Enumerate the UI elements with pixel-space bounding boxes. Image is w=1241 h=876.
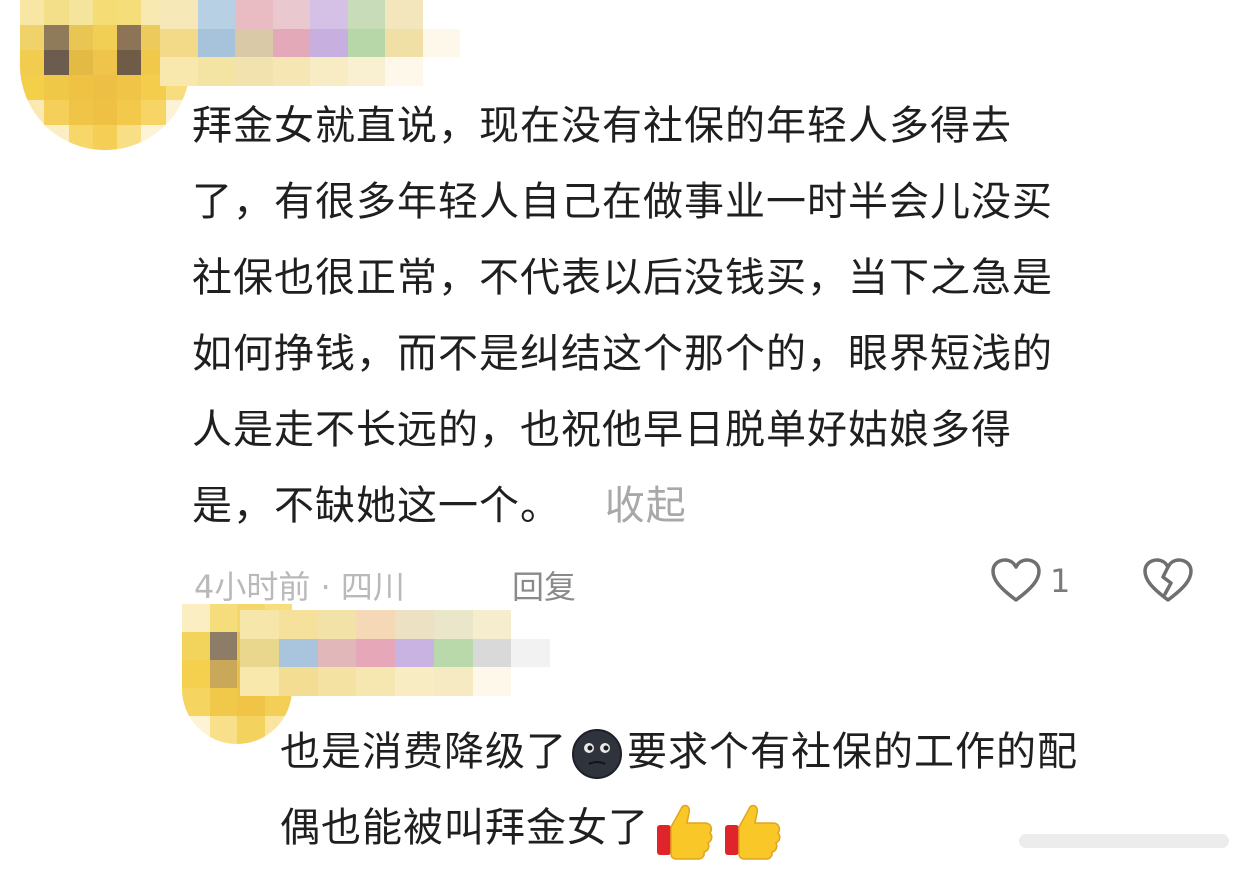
- black-moon-face-emoji: [572, 729, 622, 779]
- like-button[interactable]: [990, 558, 1046, 606]
- reply-line-2-text: 偶也能被叫拜金女了: [280, 805, 649, 851]
- comment-line-6: 是，不缺她这一个。 收起: [192, 468, 687, 544]
- reply-line-1-text-after: 要求个有社保的工作的配: [627, 729, 1078, 775]
- commenter-name-blurred[interactable]: [160, 0, 460, 86]
- thumbs-up-emoji: [657, 804, 713, 860]
- reply-line-1-text: 也是消费降级了: [280, 729, 567, 775]
- watermark-logo-icon: [1019, 834, 1229, 848]
- reply-button[interactable]: 回复: [512, 562, 576, 608]
- comment-line-4: 如何挣钱，而不是纠结这个那个的，眼界短浅的: [192, 331, 1053, 377]
- heart-outline-icon: [991, 558, 1041, 602]
- comment-line-3: 社保也很正常，不代表以后没钱买，当下之急是: [192, 255, 1053, 301]
- watermark: [1019, 828, 1229, 860]
- comment-line-1: 拜金女就直说，现在没有社保的年轻人多得去: [192, 103, 1012, 149]
- like-count: 1: [1050, 562, 1071, 600]
- comment-line-6-text: 是，不缺她这一个。: [192, 483, 561, 529]
- comment-time-location: 4小时前 · 四川: [194, 568, 405, 606]
- reply-line-2: 偶也能被叫拜金女了: [280, 790, 785, 866]
- collapse-link[interactable]: 收起: [605, 483, 687, 529]
- broken-heart-icon: [1143, 558, 1193, 602]
- comment-line-2: 了，有很多年轻人自己在做事业一时半会儿没买: [192, 179, 1053, 225]
- thumbs-up-emoji: [725, 804, 781, 860]
- reply-name-blurred[interactable]: [240, 610, 550, 696]
- comment-line-5: 人是走不长远的，也祝他早日脱单好姑娘多得: [192, 407, 1012, 453]
- dislike-button[interactable]: [1142, 558, 1198, 606]
- reply-line-1: 也是消费降级了 要求个有社保的工作的配: [280, 714, 1078, 790]
